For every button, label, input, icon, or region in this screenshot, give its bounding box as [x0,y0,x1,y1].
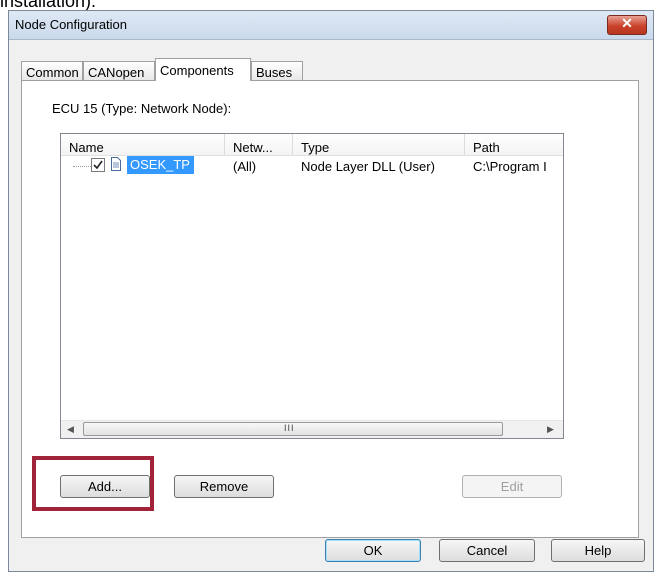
title-bar: Node Configuration ✕ [9,11,653,40]
component-network: (All) [233,159,257,174]
column-header-type[interactable]: Type [293,134,465,156]
column-header-name[interactable]: Name [61,134,225,156]
remove-button[interactable]: Remove [174,475,274,498]
tab-components[interactable]: Components [155,58,251,81]
scroll-thumb[interactable]: III [83,422,503,436]
ecu-label: ECU 15 (Type: Network Node): [52,101,232,116]
close-icon: ✕ [621,15,633,31]
component-checkbox[interactable] [91,158,105,172]
close-button[interactable]: ✕ [607,15,647,35]
tab-canopen[interactable]: CANopen [83,61,155,80]
checkmark-icon [93,160,103,170]
document-icon [111,157,121,171]
horizontal-scrollbar[interactable]: ◀ III ▶ [61,420,563,438]
column-header-path[interactable]: Path [465,134,563,156]
component-path: C:\Program I [473,159,547,174]
tab-buses[interactable]: Buses [251,61,303,80]
ok-button[interactable]: OK [325,539,421,562]
help-button[interactable]: Help [551,539,645,562]
grip-icon: III [284,423,295,433]
components-list[interactable]: Name Netw... Type Path OSEK_TP (All) Nod… [60,133,564,439]
cancel-button[interactable]: Cancel [439,539,535,562]
component-name[interactable]: OSEK_TP [127,156,194,174]
scroll-left-icon[interactable]: ◀ [67,424,74,435]
add-button-highlight [32,456,154,511]
tab-common[interactable]: Common [21,61,83,80]
list-item[interactable]: OSEK_TP (All) Node Layer DLL (User) C:\P… [61,156,563,176]
scroll-right-icon[interactable]: ▶ [547,424,554,435]
edit-button: Edit [462,475,562,498]
component-type: Node Layer DLL (User) [301,159,435,174]
window-title: Node Configuration [15,17,128,32]
tree-connector [73,166,91,167]
column-header-network[interactable]: Netw... [225,134,293,156]
